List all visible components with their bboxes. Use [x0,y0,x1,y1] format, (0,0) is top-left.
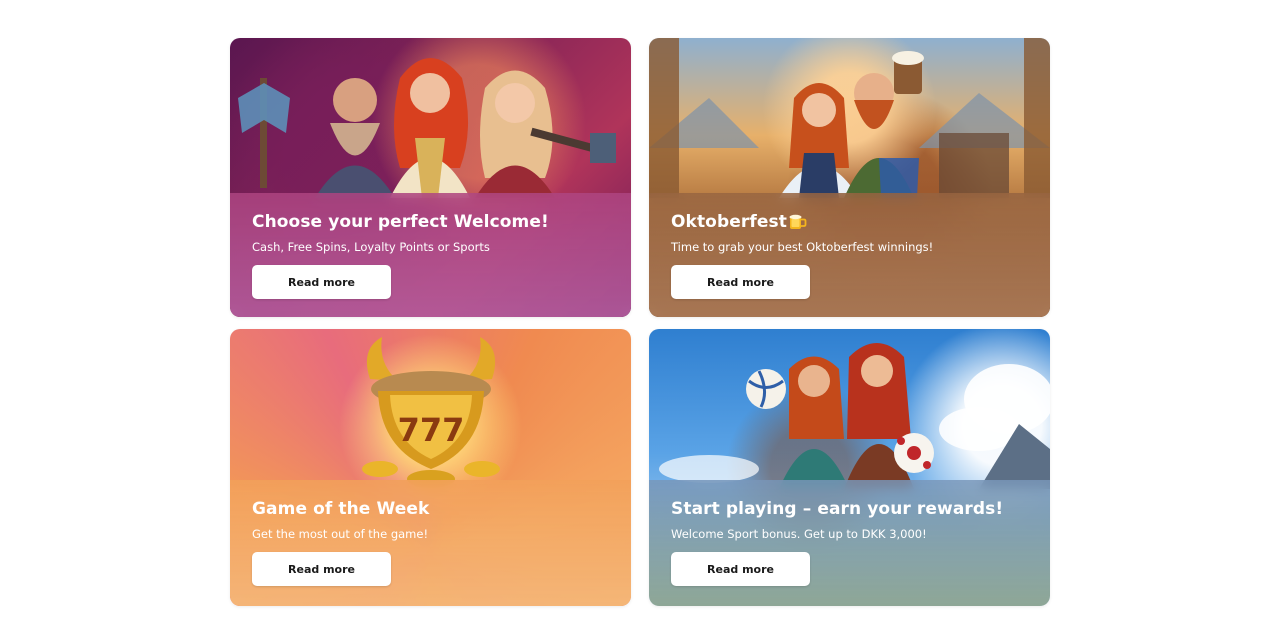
promo-card-subtitle: Welcome Sport bonus. Get up to DKK 3,000… [671,527,927,541]
read-more-button[interactable]: Read more [252,552,391,586]
promo-card-oktoberfest[interactable]: Oktoberfest Time to grab your best Oktob… [649,38,1050,317]
promo-card-sport-rewards[interactable]: Start playing – earn your rewards! Welco… [649,329,1050,606]
promo-card-content: Game of the Week Get the most out of the… [230,480,631,606]
promo-card-title-row: Oktoberfest [671,212,807,232]
read-more-button[interactable]: Read more [671,552,810,586]
sports-heroines-illustration [659,343,1050,489]
promo-card-welcome[interactable]: Choose your perfect Welcome! Cash, Free … [230,38,631,317]
promo-card-title: Choose your perfect Welcome! [252,212,549,232]
oktoberfest-illustration [649,38,1050,198]
promo-card-content: Choose your perfect Welcome! Cash, Free … [230,193,631,317]
promo-card-subtitle: Time to grab your best Oktoberfest winni… [671,240,934,254]
promo-card-title: Game of the Week [252,499,430,519]
promo-card-content: Start playing – earn your rewards! Welco… [649,480,1050,606]
viking-heroes-illustration [238,58,616,198]
golden-trophy-illustration: 777 [362,337,500,488]
promo-card-content: Oktoberfest Time to grab your best Oktob… [649,193,1050,317]
promotions-grid: Choose your perfect Welcome! Cash, Free … [230,38,1050,606]
read-more-button[interactable]: Read more [671,265,810,299]
promo-card-subtitle: Cash, Free Spins, Loyalty Points or Spor… [252,240,490,254]
promo-card-subtitle: Get the most out of the game! [252,527,429,541]
svg-text:777: 777 [398,411,465,449]
beer-mug-icon [789,214,807,229]
promo-card-title: Oktoberfest [671,212,787,232]
read-more-button[interactable]: Read more [252,265,391,299]
promo-card-game-of-the-week[interactable]: 777 Game of the Week Get the most out of… [230,329,631,606]
promo-card-title: Start playing – earn your rewards! [671,499,1004,519]
